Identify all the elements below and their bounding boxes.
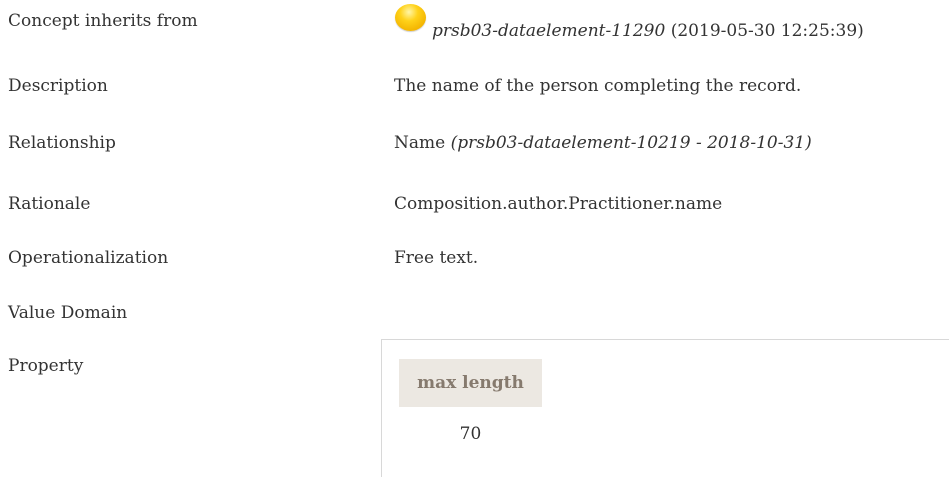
description-label: Description	[8, 76, 108, 96]
property-table-header: max length	[399, 359, 542, 407]
inherits-label: Concept inherits from	[8, 11, 198, 31]
inherits-date: (2019-05-30 12:25:39)	[670, 21, 864, 41]
rationale-value: Composition.author.Practitioner.name	[394, 194, 723, 214]
value-domain-label: Value Domain	[8, 303, 128, 323]
property-table-cell: 70	[459, 424, 482, 444]
relationship-reference: (prsb03-dataelement-10219 - 2018-10-31)	[450, 133, 812, 153]
operationalization-label: Operationalization	[8, 248, 169, 268]
inherits-value: prsb03-dataelement-11290 (2019-05-30 12:…	[432, 21, 864, 41]
inherits-concept-link[interactable]: prsb03-dataelement-11290	[432, 21, 665, 41]
relationship-value: Name (prsb03-dataelement-10219 - 2018-10…	[394, 133, 812, 153]
rationale-label: Rationale	[8, 194, 91, 214]
property-label: Property	[8, 356, 84, 376]
description-value: The name of the person completing the re…	[394, 76, 802, 96]
status-circle-icon	[395, 4, 426, 31]
relationship-label: Relationship	[8, 133, 116, 153]
relationship-name: Name	[394, 133, 446, 153]
operationalization-value: Free text.	[394, 248, 479, 268]
